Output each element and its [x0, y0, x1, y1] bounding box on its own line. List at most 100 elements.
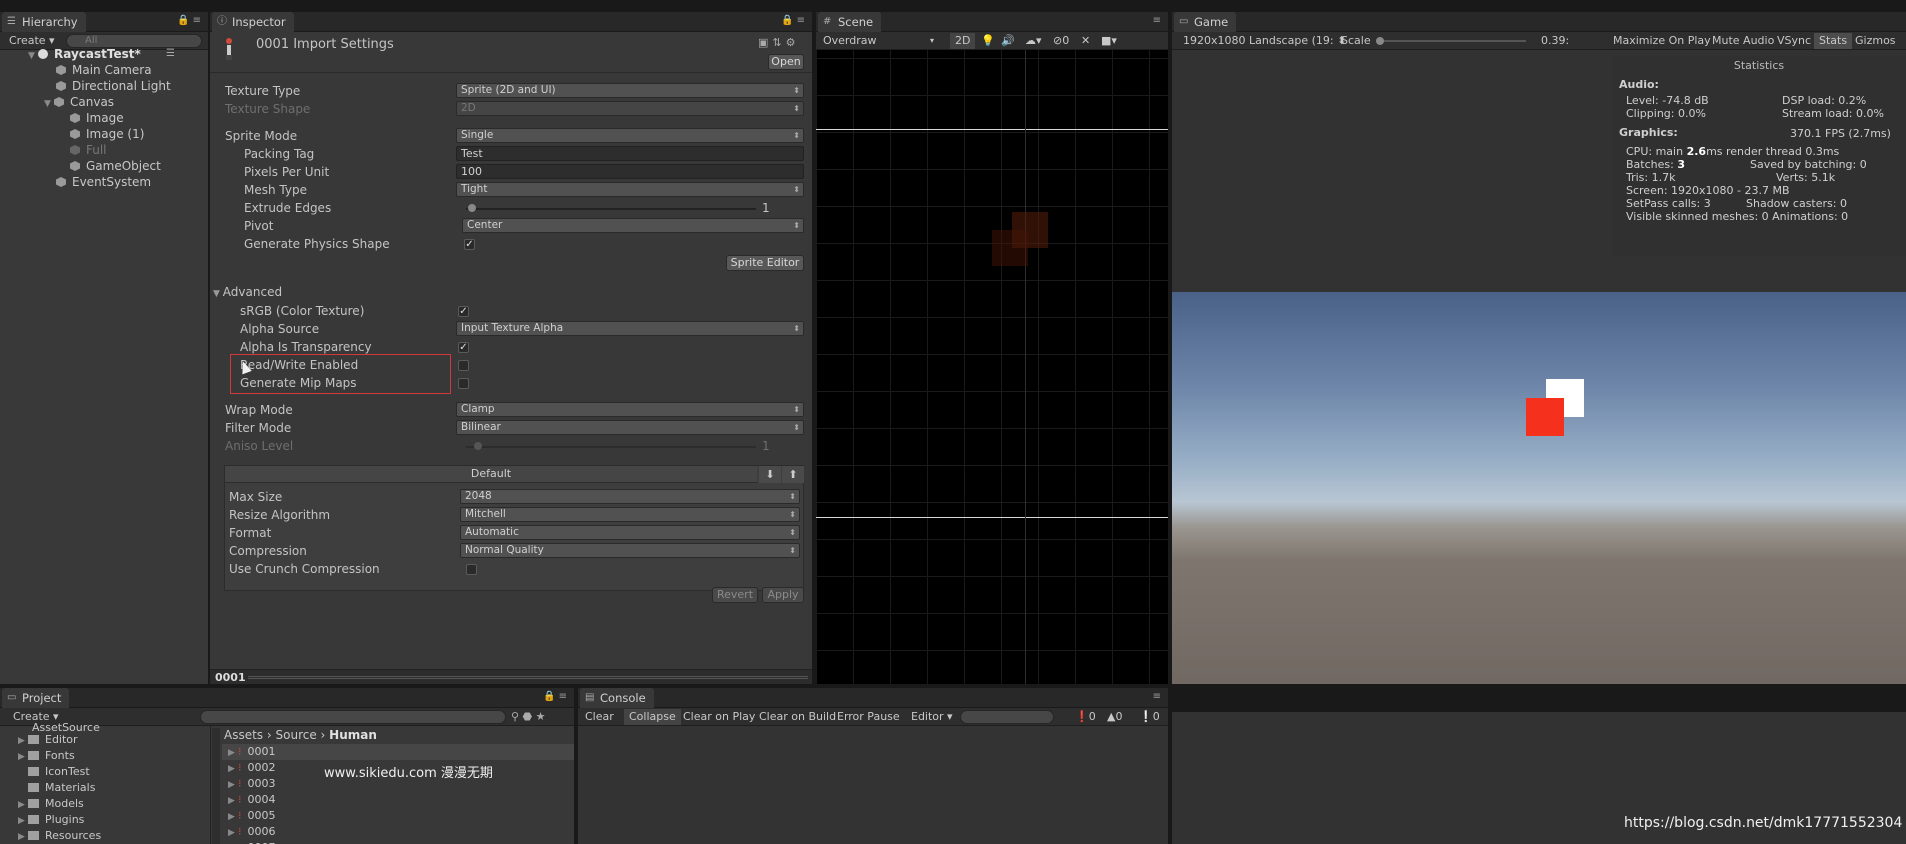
wrap-mode-dropdown[interactable]: Clamp	[456, 402, 804, 417]
extrude-slider[interactable]	[466, 208, 756, 210]
download-icon[interactable]: ⬇	[759, 466, 781, 483]
expand-arrow-icon[interactable]: ▶	[18, 829, 28, 844]
folder-editor[interactable]: ▶ Editor	[18, 732, 78, 748]
breadcrumb-human[interactable]: Human	[329, 728, 377, 742]
advanced-foldout[interactable]: ▼ Advanced	[213, 284, 282, 302]
resize-dropdown[interactable]: Mitchell	[460, 507, 800, 522]
open-button[interactable]: Open	[768, 54, 804, 70]
extrude-slider-handle[interactable]	[468, 204, 476, 212]
expand-arrow-icon[interactable]: ▶	[18, 797, 28, 813]
mesh-type-dropdown[interactable]: Tight	[456, 182, 804, 197]
collapse-toggle[interactable]: Collapse	[624, 709, 681, 725]
file-0006[interactable]: ▶ ⁝ 0006	[228, 824, 276, 840]
mipmaps-checkbox[interactable]	[458, 378, 469, 389]
gizmos-toggle[interactable]: Gizmos	[1850, 33, 1901, 49]
draw-mode-dropdown[interactable]: Overdraw ▾	[818, 33, 938, 49]
format-dropdown[interactable]: Automatic	[460, 525, 800, 540]
project-search-input[interactable]	[200, 710, 506, 724]
expand-arrow-icon[interactable]: ▶	[228, 809, 238, 825]
console-search-input[interactable]	[960, 710, 1054, 724]
expand-arrow-icon[interactable]: ▶	[228, 745, 238, 761]
info-count-toggle[interactable]: ❕0	[1134, 709, 1165, 725]
alpha-source-dropdown[interactable]: Input Texture Alpha	[456, 321, 804, 336]
preview-bar[interactable]: 0001	[210, 669, 812, 684]
mute-audio-toggle[interactable]: Mute Audio	[1707, 33, 1779, 49]
preview-drag-handle[interactable]	[248, 676, 808, 679]
tab-game[interactable]: ▭ Game	[1174, 12, 1237, 32]
filter-icons[interactable]: ⚲ ⬣ ★	[506, 709, 551, 725]
clear-on-play-toggle[interactable]: Clear on Play	[678, 709, 760, 725]
file-0002[interactable]: ▶ ⁝ 0002	[228, 760, 276, 776]
expand-arrow-icon[interactable]: ▼	[28, 48, 38, 64]
expand-arrow-icon[interactable]: ▶	[18, 813, 28, 829]
scene-menu-icon[interactable]: ☰	[166, 46, 175, 62]
tree-item-canvas[interactable]: ▼ Canvas	[44, 94, 114, 110]
header-icons[interactable]: ▣⇅⚙	[758, 36, 799, 49]
expand-arrow-icon[interactable]: ▶	[18, 733, 28, 749]
file-0004[interactable]: ▶ ⁝ 0004	[228, 792, 276, 808]
folder-icontest[interactable]: IconTest	[28, 764, 90, 780]
2d-toggle[interactable]: 2D	[950, 33, 976, 49]
expand-arrow-icon[interactable]: ▶	[18, 749, 28, 765]
breadcrumb-assets[interactable]: Assets	[224, 728, 263, 742]
audio-icon[interactable]: 🔊	[996, 33, 1020, 49]
sprite-editor-button[interactable]: Sprite Editor	[726, 255, 804, 271]
tree-item-image[interactable]: Image	[70, 110, 124, 126]
extrude-value[interactable]: 1	[762, 200, 770, 216]
tab-hierarchy[interactable]: ☰ Hierarchy	[2, 12, 86, 32]
expand-arrow-icon[interactable]: ▶	[228, 761, 238, 777]
texture-type-dropdown[interactable]: Sprite (2D and UI)	[456, 83, 804, 98]
camera-icon[interactable]: ■▾	[1096, 33, 1122, 49]
folder-models[interactable]: ▶ Models	[18, 796, 84, 812]
game-viewport[interactable]	[1172, 292, 1906, 684]
project-scrollbar[interactable]	[212, 728, 220, 844]
max-size-dropdown[interactable]: 2048	[460, 489, 800, 504]
tree-item-main-camera[interactable]: Main Camera	[56, 62, 152, 78]
resolution-dropdown[interactable]: 1920x1080 Landscape (19: ⬍	[1178, 33, 1351, 49]
srgb-checkbox[interactable]: ✓	[458, 306, 469, 317]
panel-menu-icon[interactable]: 🔒≡	[177, 15, 204, 26]
platform-header[interactable]: Default	[225, 466, 757, 483]
tree-item-full[interactable]: Full	[70, 142, 107, 158]
file-0003[interactable]: ▶ ⁝ 0003	[228, 776, 276, 792]
clear-on-build-toggle[interactable]: Clear on Build	[754, 709, 841, 725]
panel-menu-icon[interactable]: ≡	[1153, 691, 1164, 702]
folder-materials[interactable]: Materials	[28, 780, 95, 796]
compression-dropdown[interactable]: Normal Quality	[460, 543, 800, 558]
filter-mode-dropdown[interactable]: Bilinear	[456, 420, 804, 435]
file-0005[interactable]: ▶ ⁝ 0005	[228, 808, 276, 824]
tree-item-eventsystem[interactable]: EventSystem	[56, 174, 151, 190]
hidden-objects-icon[interactable]: ⊘0	[1048, 33, 1074, 49]
sprite-mode-dropdown[interactable]: Single	[456, 128, 804, 143]
folder-plugins[interactable]: ▶ Plugins	[18, 812, 84, 828]
physics-checkbox[interactable]: ✓	[464, 239, 475, 250]
error-count-toggle[interactable]: ❗0	[1070, 709, 1101, 725]
clear-button[interactable]: Clear	[580, 709, 619, 725]
file-0001[interactable]: ▶ ⁝ 0001	[228, 744, 276, 760]
stats-toggle[interactable]: Stats	[1814, 33, 1853, 49]
crunch-checkbox[interactable]	[466, 564, 477, 575]
expand-arrow-icon[interactable]: ▶	[228, 793, 238, 809]
tab-project[interactable]: ▭ Project	[2, 688, 70, 708]
tree-item-directional-light[interactable]: Directional Light	[56, 78, 171, 94]
folder-resources[interactable]: ▶ Resources	[18, 828, 101, 844]
effects-icon[interactable]: ☁▾	[1020, 33, 1047, 49]
vsync-toggle[interactable]: VSync	[1772, 33, 1816, 49]
file-0007[interactable]: ▶⁝0007	[228, 840, 276, 844]
tree-item-image-1[interactable]: Image (1)	[70, 126, 144, 142]
editor-dropdown[interactable]: Editor ▾	[906, 709, 958, 725]
folder-fonts[interactable]: ▶ Fonts	[18, 748, 75, 764]
panel-menu-icon[interactable]: 🔒≡	[781, 15, 808, 26]
revert-button[interactable]: Revert	[712, 587, 758, 603]
ppu-input[interactable]: 100	[456, 164, 804, 179]
tools-icon[interactable]: ✕	[1076, 33, 1095, 49]
apply-button[interactable]: Apply	[762, 587, 804, 603]
scene-grid[interactable]	[816, 50, 1168, 684]
breadcrumb-source[interactable]: Source	[276, 728, 317, 742]
android-icon[interactable]: ⬆	[782, 466, 804, 483]
tab-scene[interactable]: # Scene	[818, 12, 882, 32]
error-pause-toggle[interactable]: Error Pause	[832, 709, 905, 725]
expand-arrow-icon[interactable]: ▶	[228, 825, 238, 841]
panel-menu-icon[interactable]: ≡	[1153, 15, 1164, 26]
packing-tag-input[interactable]: Test	[456, 146, 804, 161]
